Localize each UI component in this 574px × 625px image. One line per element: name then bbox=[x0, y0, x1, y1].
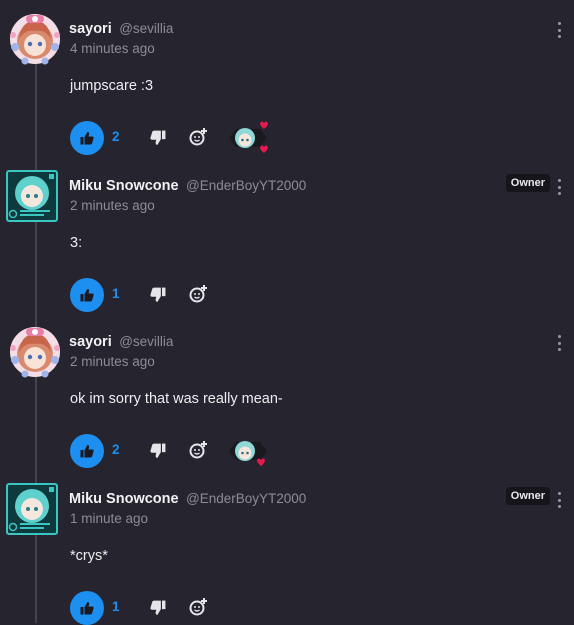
comment-actions: 2 bbox=[70, 121, 550, 155]
avatar-sayori[interactable] bbox=[9, 13, 61, 65]
like-button[interactable] bbox=[70, 121, 104, 155]
avatar-sayori[interactable] bbox=[9, 326, 61, 378]
add-reaction-icon[interactable] bbox=[188, 127, 208, 147]
thumbs-up-icon bbox=[80, 289, 94, 302]
thumbs-down-icon[interactable] bbox=[150, 130, 166, 146]
like-button[interactable] bbox=[70, 434, 104, 468]
comment-text: 3: bbox=[70, 235, 83, 251]
comment-text: ok im sorry that was really mean- bbox=[70, 391, 283, 407]
comment-text: *crys* bbox=[70, 548, 108, 564]
comment-actions: 1 bbox=[70, 591, 550, 625]
author-handle[interactable]: @sevillia bbox=[119, 21, 173, 36]
owner-badge: Owner bbox=[505, 487, 550, 505]
thumbs-down-icon[interactable] bbox=[150, 600, 166, 616]
like-button[interactable] bbox=[70, 591, 104, 625]
avatar-miku[interactable] bbox=[6, 170, 58, 222]
thumbs-down-icon[interactable] bbox=[150, 443, 166, 459]
add-reaction-icon[interactable] bbox=[188, 284, 208, 304]
comment: sayori @sevillia 4 minutes ago jumpscare… bbox=[0, 13, 574, 155]
more-options-icon[interactable] bbox=[556, 492, 562, 508]
more-options-icon[interactable] bbox=[556, 22, 562, 38]
comment-header: sayori @sevillia bbox=[69, 20, 173, 38]
miku-heart-reaction[interactable] bbox=[226, 432, 272, 470]
thumbs-up-icon bbox=[80, 445, 94, 458]
comment: sayori @sevillia 2 minutes ago ok im sor… bbox=[0, 326, 574, 468]
author-name[interactable]: Miku Snowcone bbox=[69, 491, 179, 507]
owner-badge: Owner bbox=[505, 174, 550, 192]
like-button[interactable] bbox=[70, 278, 104, 312]
author-name[interactable]: sayori bbox=[69, 21, 112, 37]
thumbs-down-icon[interactable] bbox=[150, 287, 166, 303]
comment-header: sayori @sevillia bbox=[69, 333, 173, 351]
thumbs-up-icon bbox=[80, 132, 94, 145]
more-options-icon[interactable] bbox=[556, 179, 562, 195]
author-handle[interactable]: @EnderBoyYT2000 bbox=[186, 491, 306, 506]
timestamp: 4 minutes ago bbox=[70, 41, 155, 56]
author-name[interactable]: Miku Snowcone bbox=[69, 178, 179, 194]
more-options-icon[interactable] bbox=[556, 335, 562, 351]
timestamp: 1 minute ago bbox=[70, 511, 149, 526]
add-reaction-icon[interactable] bbox=[188, 597, 208, 617]
miku-hearts-reaction[interactable] bbox=[226, 119, 272, 157]
author-name[interactable]: sayori bbox=[69, 334, 112, 350]
like-count: 1 bbox=[112, 286, 120, 301]
comment-actions: 2 bbox=[70, 434, 550, 468]
like-count: 1 bbox=[112, 599, 120, 614]
timestamp: 2 minutes ago bbox=[70, 198, 155, 213]
comment-actions: 1 bbox=[70, 278, 550, 312]
like-count: 2 bbox=[112, 442, 120, 457]
thumbs-up-icon bbox=[80, 602, 94, 615]
timestamp: 2 minutes ago bbox=[70, 354, 155, 369]
add-reaction-icon[interactable] bbox=[188, 440, 208, 460]
like-count: 2 bbox=[112, 129, 120, 144]
author-handle[interactable]: @EnderBoyYT2000 bbox=[186, 178, 306, 193]
comment: Miku Snowcone @EnderBoyYT2000 2 minutes … bbox=[0, 170, 574, 312]
avatar-miku[interactable] bbox=[6, 483, 58, 535]
comment: Miku Snowcone @EnderBoyYT2000 1 minute a… bbox=[0, 483, 574, 625]
comment-header: Miku Snowcone @EnderBoyYT2000 bbox=[69, 177, 306, 195]
author-handle[interactable]: @sevillia bbox=[119, 334, 173, 349]
comment-text: jumpscare :3 bbox=[70, 78, 154, 94]
comment-header: Miku Snowcone @EnderBoyYT2000 bbox=[69, 490, 306, 508]
